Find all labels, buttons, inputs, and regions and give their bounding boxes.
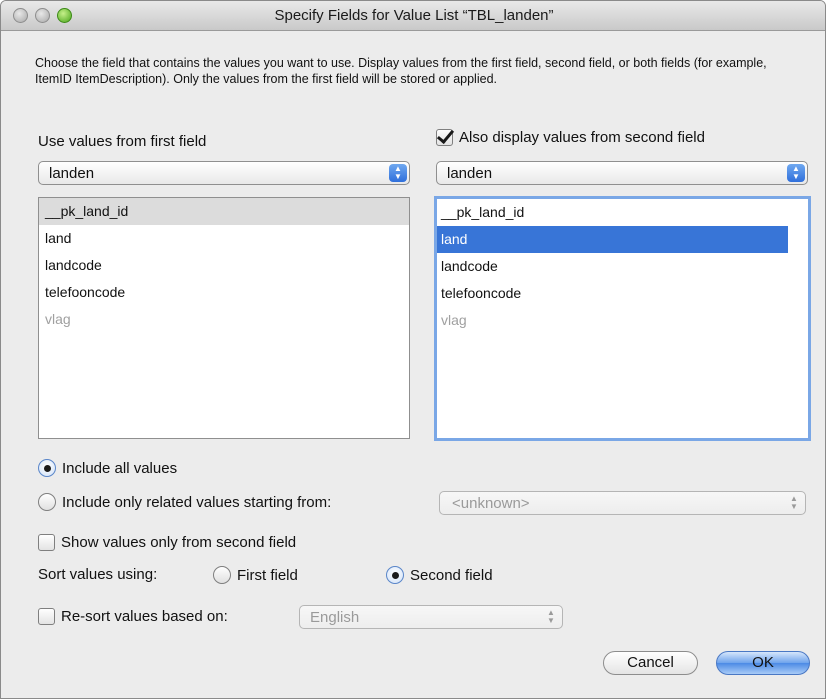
sort-first-radio[interactable] [213,566,231,584]
sort-second-radio[interactable] [386,566,404,584]
related-start-value: <unknown> [452,495,530,512]
resort-option[interactable]: Re-sort values based on: [38,608,228,625]
list-item[interactable]: __pk_land_id [437,199,808,226]
show-second-only-checkbox[interactable] [38,534,55,551]
sort-first-option[interactable]: First field [213,566,298,584]
first-field-label: Use values from first field [38,133,207,150]
include-all-label: Include all values [62,459,178,477]
first-table-select[interactable]: landen ▲ ▼ [38,161,410,185]
include-all-radio[interactable] [38,459,56,477]
dialog-window: Specify Fields for Value List “TBL_lande… [0,0,826,699]
list-item[interactable]: landcode [39,252,409,279]
second-field-checkbox-row[interactable]: Also display values from second field [436,129,705,146]
list-item-selected[interactable]: land [437,226,788,253]
window-title: Specify Fields for Value List “TBL_lande… [274,7,554,24]
ok-button[interactable]: OK [716,651,810,675]
resort-language-value: English [310,609,360,626]
second-field-checkbox[interactable] [436,129,453,146]
show-second-only-label: Show values only from second field [61,534,297,551]
resort-language-select[interactable]: English ▲ ▼ [299,605,563,629]
first-table-value: landen [49,165,95,182]
sort-options: Sort values using: [38,566,157,583]
list-item[interactable]: __pk_land_id [39,198,409,225]
first-field-list[interactable]: __pk_land_id land landcode telefooncode … [38,197,410,439]
second-field-checkbox-label: Also display values from second field [459,129,705,146]
second-table-select[interactable]: landen ▲ ▼ [436,161,808,185]
show-second-only-option[interactable]: Show values only from second field [38,534,296,551]
sort-first-label: First field [237,566,298,584]
related-start-select[interactable]: <unknown> ▲ ▼ [439,491,806,515]
list-item[interactable]: telefooncode [437,280,808,307]
include-all-option[interactable]: Include all values [38,459,177,477]
include-related-label: Include only related values starting fro… [62,493,332,511]
include-related-option[interactable]: Include only related values starting fro… [38,493,331,511]
sort-label: Sort values using: [38,566,158,583]
up-down-arrows-icon: ▲ ▼ [787,164,805,182]
list-item[interactable]: land [39,225,409,252]
list-item[interactable]: telefooncode [39,279,409,306]
up-down-arrows-icon: ▲ ▼ [547,608,555,625]
instructions-text: Choose the field that contains the value… [35,56,767,86]
second-table-value: landen [447,165,493,182]
up-down-arrows-icon: ▲ ▼ [389,164,407,182]
sort-second-option[interactable]: Second field [386,566,493,584]
second-field-list[interactable]: __pk_land_id land landcode telefooncode … [434,196,811,441]
resort-label: Re-sort values based on: [61,608,228,625]
up-down-arrows-icon: ▲ ▼ [790,494,798,511]
include-related-radio[interactable] [38,493,56,511]
sort-second-label: Second field [410,566,493,584]
list-item[interactable]: vlag [39,306,409,333]
resort-checkbox[interactable] [38,608,55,625]
list-item[interactable]: landcode [437,253,808,280]
list-item[interactable]: vlag [437,307,808,334]
title-bar[interactable]: Specify Fields for Value List “TBL_lande… [1,1,825,31]
cancel-button[interactable]: Cancel [603,651,698,675]
